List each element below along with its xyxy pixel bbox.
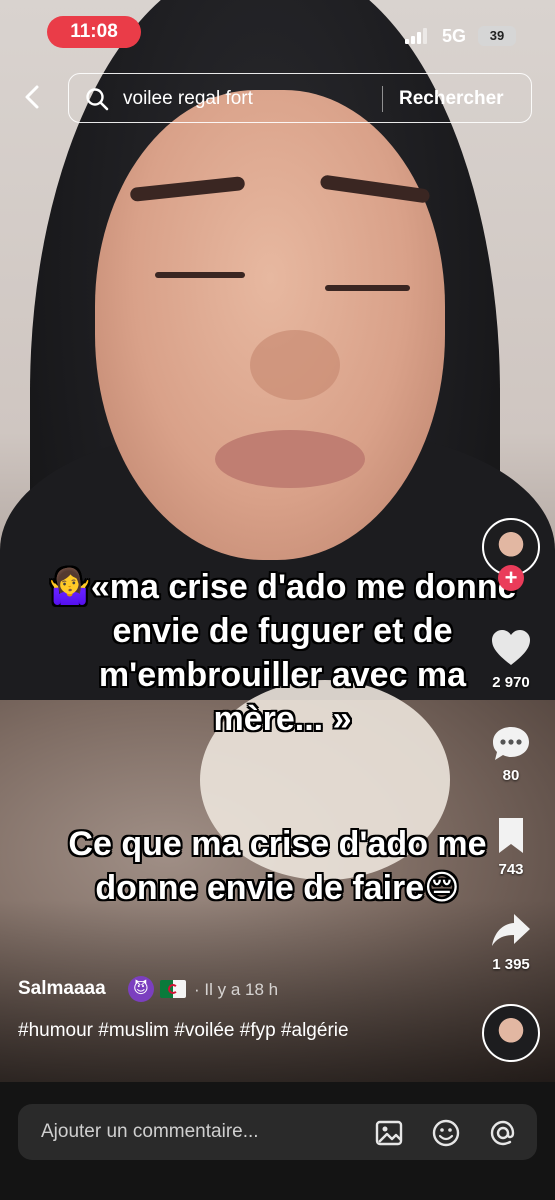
- comment-count: 80: [502, 767, 520, 784]
- video-nose: [250, 330, 340, 400]
- search-input[interactable]: voilee regal fort: [123, 88, 253, 110]
- share-count: 1 395: [492, 956, 530, 973]
- at-icon[interactable]: [488, 1118, 518, 1148]
- search-bar[interactable]: voilee regal fort Rechercher: [68, 73, 532, 123]
- save-count: 743: [498, 861, 524, 878]
- search-icon: [85, 87, 109, 111]
- emoji-icon[interactable]: [431, 1118, 461, 1148]
- share-icon[interactable]: [490, 910, 532, 950]
- devil-emoji-icon: 😈: [128, 976, 154, 1002]
- status-time: 11:08: [47, 16, 141, 48]
- video-eye-right: [325, 285, 410, 291]
- video-eye-left: [155, 272, 245, 278]
- network-type: 5G: [442, 26, 467, 46]
- follow-button[interactable]: +: [498, 565, 524, 591]
- search-button[interactable]: Rechercher: [399, 88, 504, 110]
- algeria-flag-icon: [160, 980, 186, 998]
- video-overlay-text-1: 🤷‍♀️«ma crise d'ado me donne envie de fu…: [0, 565, 555, 741]
- post-time: · Il y a 18 h: [194, 980, 279, 999]
- comment-input[interactable]: Ajouter un commentaire...: [18, 1104, 537, 1160]
- comment-placeholder[interactable]: Ajouter un commentaire...: [41, 1121, 259, 1143]
- heart-icon[interactable]: [490, 628, 532, 668]
- chevron-left-icon[interactable]: [18, 82, 48, 112]
- music-disc-avatar[interactable]: [482, 1004, 540, 1062]
- bookmark-icon[interactable]: [490, 815, 532, 855]
- comment-icon[interactable]: [490, 724, 532, 764]
- battery-indicator: 39: [478, 26, 516, 46]
- video-face: [95, 90, 445, 560]
- video-overlay-line-1: 🤷‍♀️«ma crise d'ado me donne envie de fu…: [48, 568, 517, 738]
- author-name[interactable]: Salmaaaa: [18, 978, 106, 1000]
- search-divider: [382, 86, 383, 112]
- video-overlay-text-2: Ce que ma crise d'ado me donne envie de …: [0, 822, 555, 910]
- video-lips: [215, 430, 365, 488]
- video-overlay-line-2: Ce que ma crise d'ado me donne envie de …: [68, 825, 487, 907]
- like-count: 2 970: [492, 674, 530, 691]
- video-player[interactable]: [0, 0, 555, 1082]
- image-icon[interactable]: [374, 1118, 404, 1148]
- post-hashtags[interactable]: #humour #muslim #voilée #fyp #algérie: [18, 1018, 358, 1044]
- signal-icon: [405, 28, 431, 44]
